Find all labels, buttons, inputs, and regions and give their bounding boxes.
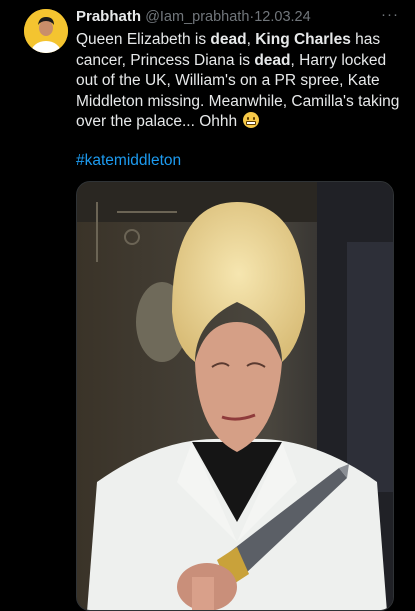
- author-name[interactable]: Prabhath: [76, 8, 141, 25]
- tweet-photo[interactable]: [76, 181, 394, 611]
- tweet-text: Queen Elizabeth is dead, King Charles ha…: [76, 30, 408, 133]
- tweet-text-bold: King Charles: [255, 31, 351, 48]
- author-handle[interactable]: @Iam_prabhath: [145, 9, 249, 25]
- photo-image: [77, 182, 393, 610]
- grimacing-face-icon: [243, 112, 260, 129]
- tweet-date[interactable]: 12.03.24: [254, 9, 310, 25]
- tweet-text-bold: dead: [254, 51, 291, 69]
- more-options-icon[interactable]: ···: [381, 6, 399, 23]
- tweet: Prabhath @Iam_prabhath·12.03.24 ··· Quee…: [0, 0, 415, 611]
- author-avatar[interactable]: [24, 9, 68, 53]
- user-avatar-icon: [24, 9, 68, 53]
- tweet-text-bold: dead: [210, 31, 247, 48]
- hashtag-link[interactable]: #katemiddleton: [76, 152, 181, 170]
- tweet-text-segment: Queen Elizabeth is: [76, 31, 211, 48]
- tweet-header: Prabhath @Iam_prabhath·12.03.24 ···: [76, 6, 403, 28]
- tweet-text-segment: ,: [246, 31, 256, 48]
